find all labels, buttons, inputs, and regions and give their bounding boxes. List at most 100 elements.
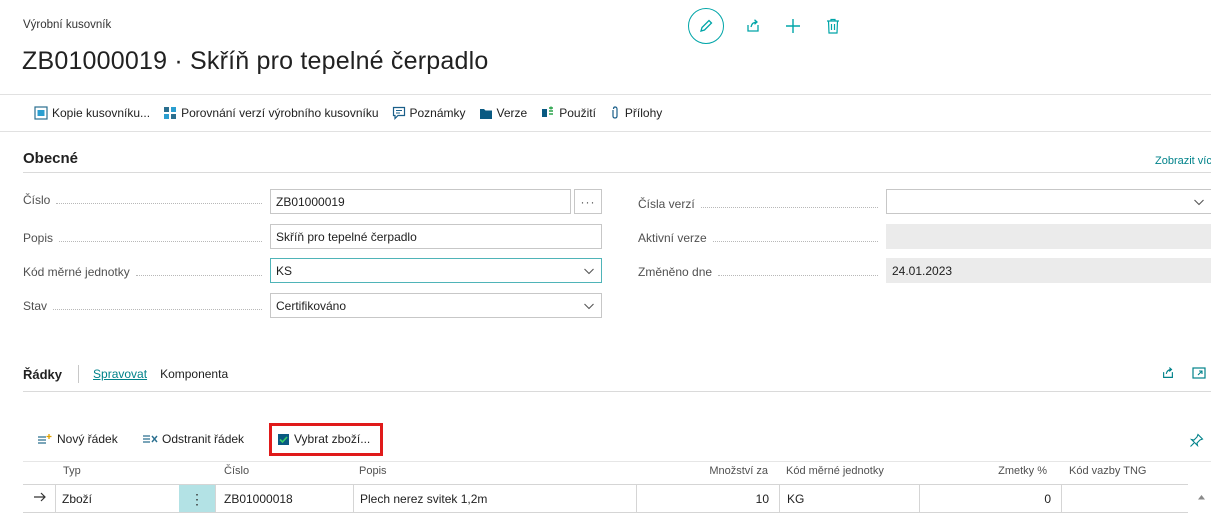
col-typ[interactable]: Typ bbox=[63, 465, 81, 477]
new-line-button[interactable]: Nový řádek bbox=[37, 432, 118, 446]
pin-icon bbox=[1189, 433, 1204, 448]
col-kod[interactable]: Kód měrné jednotky bbox=[786, 465, 884, 477]
leader-dots bbox=[712, 240, 878, 242]
cell-mnozstvi[interactable]: 10 bbox=[636, 485, 779, 512]
new-button[interactable] bbox=[784, 17, 802, 35]
action-bar: Kopie kusovníku... Porovnání verzí výrob… bbox=[0, 94, 1211, 132]
expand-icon bbox=[1192, 367, 1206, 379]
share-icon bbox=[1163, 367, 1173, 378]
compare-versions-action[interactable]: Porovnání verzí výrobního kusovníku bbox=[163, 106, 379, 120]
new-line-label: Nový řádek bbox=[57, 432, 118, 446]
cisla-verzi-label: Čísla verzí bbox=[638, 197, 884, 211]
copy-bom-action[interactable]: Kopie kusovníku... bbox=[34, 106, 150, 120]
versions-action[interactable]: Verze bbox=[479, 106, 528, 120]
aktivni-verze-field bbox=[886, 224, 1211, 249]
leader-dots bbox=[59, 240, 262, 242]
row-actions-button[interactable]: ⋮ bbox=[179, 485, 215, 512]
share-button[interactable] bbox=[744, 17, 762, 35]
cell-kod-value: KG bbox=[787, 491, 805, 506]
share-icon bbox=[747, 19, 759, 32]
compare-versions-icon bbox=[164, 107, 177, 119]
cell-popis-value: Plech nerez svitek 1,2m bbox=[360, 491, 488, 506]
page-caption: Výrobní kusovník bbox=[23, 19, 112, 31]
cell-mnozstvi-value: 10 bbox=[755, 491, 769, 506]
kod-label-text: Kód měrné jednotky bbox=[23, 265, 130, 279]
cell-popis[interactable]: Plech nerez svitek 1,2m bbox=[353, 485, 636, 512]
cell-vazba[interactable] bbox=[1061, 485, 1188, 512]
cell-cislo-value: ZB01000018 bbox=[224, 491, 293, 506]
more-options-icon: ⋮ bbox=[190, 490, 204, 507]
aktivni-verze-label: Aktivní verze bbox=[638, 231, 884, 245]
copy-bom-label: Kopie kusovníku... bbox=[52, 106, 151, 120]
attachments-action[interactable]: Přílohy bbox=[609, 106, 662, 120]
notes-icon bbox=[392, 106, 405, 120]
general-section-title[interactable]: Obecné bbox=[23, 150, 78, 167]
cell-typ-value: Zboží bbox=[62, 491, 93, 506]
lines-share-button[interactable] bbox=[1161, 366, 1175, 383]
col-zmetky[interactable]: Zmetky % bbox=[968, 465, 1047, 477]
delete-line-label: Odstranit řádek bbox=[162, 432, 245, 446]
zmeneno-field: 24.01.2023 bbox=[886, 258, 1211, 283]
zmeneno-value: 24.01.2023 bbox=[892, 263, 953, 278]
leader-dots bbox=[53, 308, 262, 310]
attachment-icon bbox=[612, 106, 618, 119]
tab-spravovat[interactable]: Spravovat bbox=[93, 367, 147, 381]
plus-icon bbox=[786, 19, 800, 33]
trash-icon bbox=[827, 18, 839, 34]
annotation-highlight-box bbox=[269, 423, 383, 456]
chevron-down-icon bbox=[1194, 199, 1204, 206]
where-used-label: Použití bbox=[559, 106, 596, 120]
cell-zmetky-value: 0 bbox=[1044, 491, 1051, 506]
chevron-down-icon bbox=[584, 268, 594, 275]
col-cislo[interactable]: Číslo bbox=[224, 465, 249, 477]
show-more-link[interactable]: Zobrazit víc bbox=[1155, 155, 1211, 167]
scroll-up-icon bbox=[1198, 495, 1205, 500]
kod-select[interactable]: KS bbox=[270, 258, 602, 283]
popis-label-text: Popis bbox=[23, 231, 54, 245]
col-mnozstvi[interactable]: Množství za bbox=[696, 465, 768, 477]
delete-line-button[interactable]: Odstranit řádek bbox=[142, 432, 244, 446]
where-used-icon bbox=[542, 106, 554, 117]
cell-typ[interactable]: Zboží bbox=[55, 485, 179, 512]
kod-label: Kód měrné jednotky bbox=[23, 265, 268, 279]
divider bbox=[78, 365, 80, 383]
stav-select[interactable]: Certifikováno bbox=[270, 293, 602, 318]
zmeneno-label-text: Změněno dne bbox=[638, 265, 713, 279]
lines-header: Řádky Spravovat Komponenta bbox=[23, 365, 228, 383]
popis-field[interactable]: Skříň pro tepelné čerpadlo bbox=[270, 224, 602, 249]
lines-title[interactable]: Řádky bbox=[23, 367, 62, 382]
stav-value: Certifikováno bbox=[276, 298, 347, 313]
personalize-button[interactable] bbox=[1189, 433, 1204, 451]
leader-dots bbox=[56, 202, 262, 204]
cell-cislo[interactable]: ZB01000018 bbox=[215, 485, 353, 512]
cislo-field[interactable]: ZB01000019 bbox=[270, 189, 571, 214]
compare-versions-label: Porovnání verzí výrobního kusovníku bbox=[181, 106, 379, 120]
table-row[interactable]: Zboží ⋮ ZB01000018 Plech nerez svitek 1,… bbox=[23, 484, 1188, 513]
cisla-verzi-select[interactable] bbox=[886, 189, 1211, 214]
row-indicator-icon bbox=[33, 491, 47, 506]
cislo-label-text: Číslo bbox=[23, 193, 51, 207]
lines-expand-button[interactable] bbox=[1192, 366, 1206, 383]
edit-button[interactable] bbox=[688, 8, 724, 44]
where-used-action[interactable]: Použití bbox=[540, 106, 596, 120]
chevron-down-icon bbox=[584, 303, 594, 310]
col-vazba[interactable]: Kód vazby TNG bbox=[1069, 465, 1146, 477]
page-title: ZB01000019 · Skříň pro tepelné čerpadlo bbox=[22, 47, 489, 75]
notes-action[interactable]: Poznámky bbox=[392, 106, 466, 120]
cell-zmetky[interactable]: 0 bbox=[919, 485, 1061, 512]
cisla-verzi-label-text: Čísla verzí bbox=[638, 197, 695, 211]
col-popis[interactable]: Popis bbox=[359, 465, 387, 477]
copy-document-icon bbox=[34, 106, 48, 120]
leader-dots bbox=[135, 274, 262, 276]
delete-button[interactable] bbox=[824, 17, 842, 35]
lines-divider bbox=[23, 391, 1211, 392]
notes-label: Poznámky bbox=[409, 106, 466, 120]
pencil-icon bbox=[700, 19, 713, 32]
versions-label: Verze bbox=[496, 106, 528, 120]
cell-kod[interactable]: KG bbox=[779, 485, 919, 512]
section-divider bbox=[23, 172, 1211, 173]
stav-label: Stav bbox=[23, 299, 268, 313]
cislo-assist-button[interactable]: ··· bbox=[574, 189, 602, 214]
scrollbar[interactable] bbox=[1197, 490, 1206, 513]
tab-komponenta[interactable]: Komponenta bbox=[160, 367, 228, 381]
